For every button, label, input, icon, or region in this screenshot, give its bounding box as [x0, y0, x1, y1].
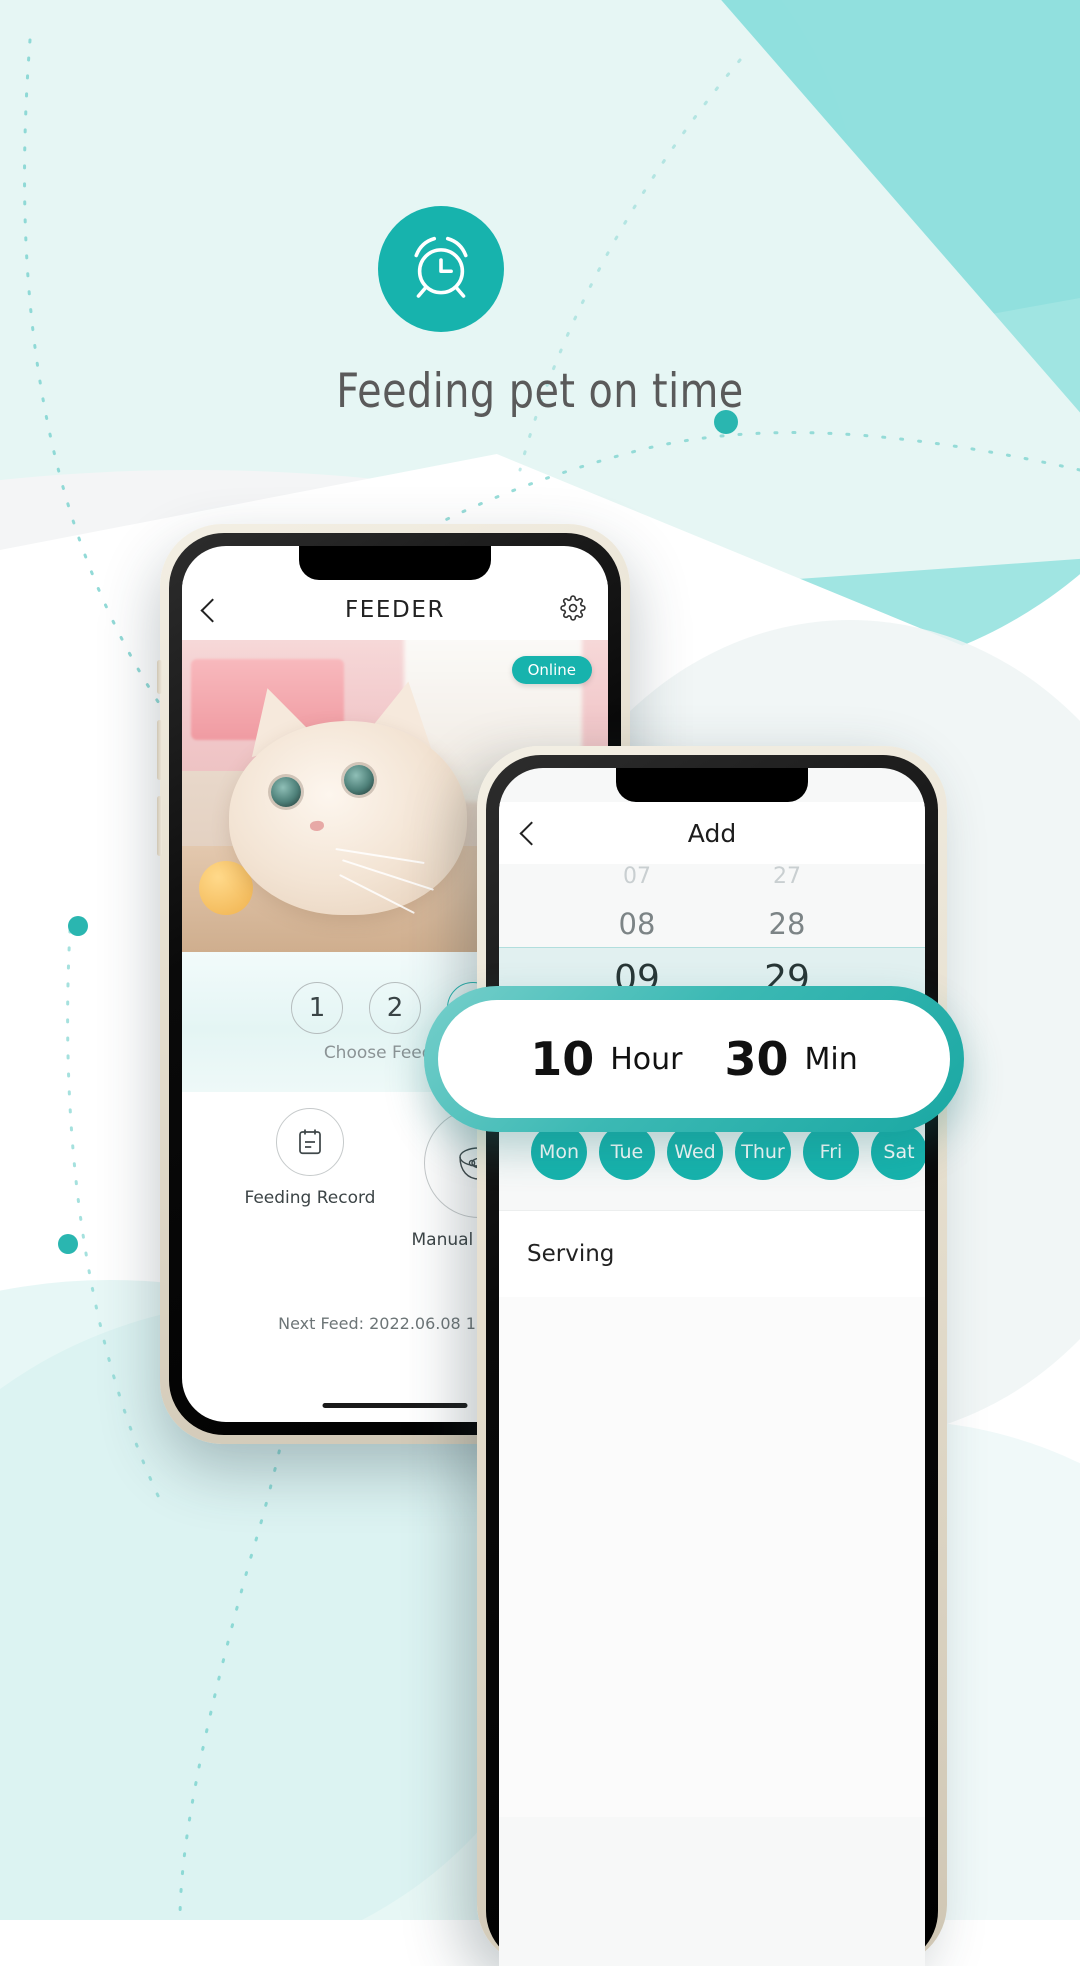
- feeder-title: FEEDER: [344, 597, 446, 623]
- hour-item[interactable]: 08: [562, 899, 712, 950]
- add-screen-body: [499, 1297, 925, 1817]
- selected-time-capsule[interactable]: 10 Hour 30 Min: [424, 986, 964, 1132]
- selected-minute-label: Min: [804, 1041, 858, 1077]
- minute-item[interactable]: 28: [712, 899, 862, 950]
- weekday-mon[interactable]: Mon: [531, 1124, 587, 1180]
- accent-dot-2: [68, 916, 88, 936]
- selected-hour-value: 10: [530, 1032, 595, 1086]
- weekday-sat[interactable]: Sat: [871, 1124, 925, 1180]
- add-title: Add: [687, 818, 737, 848]
- phone-mockup-add: Add 07 08 09 11 12 27 28 29 31 32 Mon Tu…: [477, 746, 947, 1966]
- alarm-clock-icon: [378, 206, 504, 332]
- weekday-fri[interactable]: Fri: [803, 1124, 859, 1180]
- status-badge: Online: [511, 656, 592, 684]
- weekday-tue[interactable]: Tue: [599, 1124, 655, 1180]
- feeder-navbar: FEEDER: [182, 580, 608, 640]
- selected-minute-value: 30: [724, 1032, 789, 1086]
- serving-label: Serving: [527, 1241, 615, 1267]
- feeding-record-label: Feeding Record: [244, 1188, 376, 1208]
- gear-icon[interactable]: [560, 595, 586, 625]
- selected-hour-label: Hour: [610, 1041, 683, 1077]
- selected-time-capsule-inner: 10 Hour 30 Min: [438, 1000, 950, 1118]
- weekday-thur[interactable]: Thur: [735, 1124, 791, 1180]
- phone2-notch: [616, 768, 808, 802]
- hour-item[interactable]: 07: [562, 864, 712, 899]
- minute-item[interactable]: 27: [712, 864, 862, 899]
- accent-dot-3: [58, 1234, 78, 1254]
- clipboard-record-icon: [275, 1108, 344, 1176]
- serving-row[interactable]: Serving: [499, 1210, 925, 1297]
- phone-button-volume-up[interactable]: [157, 720, 162, 780]
- home-indicator: [322, 1403, 468, 1408]
- phone-notch: [299, 546, 491, 580]
- add-schedule-screen: Add 07 08 09 11 12 27 28 29 31 32 Mon Tu…: [499, 768, 925, 1966]
- add-navbar: Add: [499, 802, 925, 864]
- serving-option-1[interactable]: 1: [291, 981, 343, 1034]
- weekday-wed[interactable]: Wed: [667, 1124, 723, 1180]
- phone-button-mute[interactable]: [157, 660, 162, 694]
- feeding-record-action[interactable]: Feeding Record: [244, 1108, 375, 1208]
- phone-button-volume-down[interactable]: [157, 796, 162, 856]
- serving-option-2[interactable]: 2: [369, 981, 421, 1034]
- cat-eye-right: [343, 764, 374, 795]
- cat-head: [228, 721, 468, 915]
- page-title: Feeding pet on time: [336, 364, 744, 419]
